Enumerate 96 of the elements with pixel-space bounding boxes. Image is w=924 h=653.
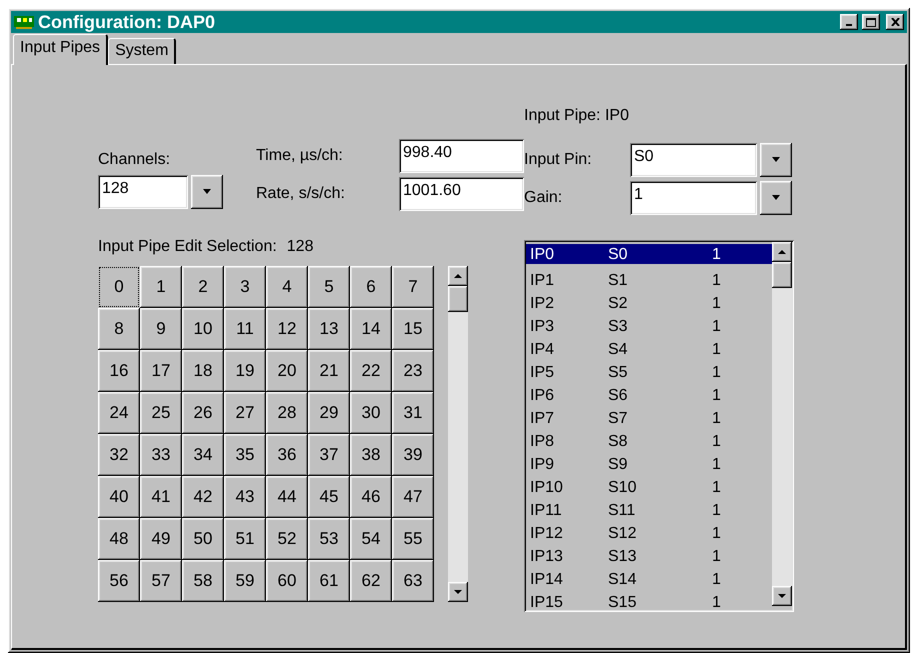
channel-toggle-button[interactable]: 5 <box>308 266 350 308</box>
channel-toggle-button[interactable]: 25 <box>140 392 182 434</box>
pipe-list-row[interactable]: IP10 S10 1 <box>526 474 772 497</box>
channel-toggle-button[interactable]: 36 <box>266 434 308 476</box>
channel-toggle-button[interactable]: 7 <box>392 266 434 308</box>
channel-toggle-button[interactable]: 54 <box>350 518 392 560</box>
channel-toggle-button[interactable]: 11 <box>224 308 266 350</box>
channel-toggle-button[interactable]: 62 <box>350 560 392 602</box>
channel-toggle-button[interactable]: 42 <box>182 476 224 518</box>
channel-toggle-button[interactable]: 15 <box>392 308 434 350</box>
channel-toggle-button[interactable]: 1 <box>140 266 182 308</box>
channel-toggle-button[interactable]: 61 <box>308 560 350 602</box>
channel-toggle-button[interactable]: 16 <box>98 350 140 392</box>
channel-toggle-button[interactable]: 2 <box>182 266 224 308</box>
channel-toggle-button[interactable]: 52 <box>266 518 308 560</box>
pipe-list-row[interactable]: IP3 S3 1 <box>526 313 772 336</box>
selection-label: Input Pipe Edit Selection: <box>98 238 277 257</box>
channels-field[interactable]: 128 <box>98 175 188 209</box>
channel-toggle-button[interactable]: 43 <box>224 476 266 518</box>
channel-toggle-button[interactable]: 58 <box>182 560 224 602</box>
channel-toggle-button[interactable]: 48 <box>98 518 140 560</box>
channel-toggle-button[interactable]: 13 <box>308 308 350 350</box>
pipe-list-row[interactable]: IP11 S11 1 <box>526 497 772 520</box>
pipe-list-row[interactable]: IP5 S5 1 <box>526 359 772 382</box>
time-label: Time, µs/ch: <box>256 147 344 165</box>
channel-toggle-button[interactable]: 22 <box>350 350 392 392</box>
pipe-list-row[interactable]: IP8 S8 1 <box>526 428 772 451</box>
channel-toggle-button[interactable]: 4 <box>266 266 308 308</box>
channel-toggle-button[interactable]: 34 <box>182 434 224 476</box>
pipe-list-row[interactable]: IP13 S13 1 <box>526 543 772 566</box>
channel-toggle-button[interactable]: 8 <box>98 308 140 350</box>
channel-toggle-button[interactable]: 33 <box>140 434 182 476</box>
time-field[interactable]: 998.40 <box>399 139 524 173</box>
pipe-list-row[interactable]: IP14 S14 1 <box>526 566 772 589</box>
rate-label: Rate, s/s/ch: <box>256 185 346 203</box>
channel-toggle-button[interactable]: 0 <box>98 266 140 308</box>
channel-toggle-button[interactable]: 37 <box>308 434 350 476</box>
pipe-list-row[interactable]: IP2 S2 1 <box>526 290 772 313</box>
pipe-list-row[interactable]: IP9 S9 1 <box>526 451 772 474</box>
channel-toggle-button[interactable]: 56 <box>98 560 140 602</box>
channel-toggle-button[interactable]: 3 <box>224 266 266 308</box>
channel-toggle-button[interactable]: 23 <box>392 350 434 392</box>
channel-toggle-button[interactable]: 53 <box>308 518 350 560</box>
gain-label: Gain: <box>524 189 564 207</box>
pipe-list-row[interactable]: IP6 S6 1 <box>526 382 772 405</box>
channel-toggle-button[interactable]: 59 <box>224 560 266 602</box>
pipe-list-row[interactable]: IP4 S4 1 <box>526 336 772 359</box>
pipe-list-row[interactable]: IP12 S12 1 <box>526 520 772 543</box>
channel-toggle-button[interactable]: 49 <box>140 518 182 560</box>
channel-toggle-button[interactable]: 38 <box>350 434 392 476</box>
input-pin-label: Input Pin: <box>524 151 593 169</box>
pipe-list-row[interactable]: IP7 S7 1 <box>526 405 772 428</box>
pipe-list-row[interactable]: IP15 S15 1 <box>526 589 772 612</box>
channel-toggle-button[interactable]: 32 <box>98 434 140 476</box>
channel-toggle-button[interactable]: 51 <box>224 518 266 560</box>
channel-toggle-button[interactable]: 44 <box>266 476 308 518</box>
input-pin-field[interactable]: S0 <box>630 143 757 177</box>
channel-toggle-button[interactable]: 20 <box>266 350 308 392</box>
rate-field[interactable]: 1001.60 <box>399 177 524 211</box>
channel-toggle-button[interactable]: 55 <box>392 518 434 560</box>
channel-toggle-button[interactable]: 63 <box>392 560 434 602</box>
pipe-list-row[interactable]: IP1 S1 1 <box>526 267 772 290</box>
channel-toggle-button[interactable]: 21 <box>308 350 350 392</box>
window-title: Configuration: DAP0 <box>38 12 216 32</box>
channel-toggle-button[interactable]: 46 <box>350 476 392 518</box>
channel-toggle-button[interactable]: 17 <box>140 350 182 392</box>
channel-toggle-button[interactable]: 41 <box>140 476 182 518</box>
tab[interactable]: System <box>108 38 176 64</box>
channel-toggle-button[interactable]: 10 <box>182 308 224 350</box>
channel-toggle-button[interactable]: 31 <box>392 392 434 434</box>
channel-toggle-button[interactable]: 57 <box>140 560 182 602</box>
channel-toggle-button[interactable]: 29 <box>308 392 350 434</box>
pipe-list-row[interactable]: IP0 S0 1 <box>526 244 772 264</box>
channel-toggle-button[interactable]: 12 <box>266 308 308 350</box>
channel-toggle-button[interactable]: 19 <box>224 350 266 392</box>
input-pipe-label: Input Pipe: IP0 <box>524 107 630 126</box>
channels-label: Channels: <box>98 151 172 170</box>
gain-field[interactable]: 1 <box>630 181 757 215</box>
channel-toggle-button[interactable]: 35 <box>224 434 266 476</box>
channel-toggle-button[interactable]: 30 <box>350 392 392 434</box>
channel-toggle-button[interactable]: 14 <box>350 308 392 350</box>
channel-toggle-button[interactable]: 60 <box>266 560 308 602</box>
channel-toggle-button[interactable]: 26 <box>182 392 224 434</box>
channel-toggle-button[interactable]: 50 <box>182 518 224 560</box>
channel-toggle-button[interactable]: 24 <box>98 392 140 434</box>
tab[interactable]: Input Pipes <box>13 34 108 65</box>
channel-toggle-button[interactable]: 18 <box>182 350 224 392</box>
channel-toggle-button[interactable]: 45 <box>308 476 350 518</box>
channel-toggle-button[interactable]: 6 <box>350 266 392 308</box>
channel-toggle-button[interactable]: 47 <box>392 476 434 518</box>
channel-toggle-button[interactable]: 27 <box>224 392 266 434</box>
channel-toggle-button[interactable]: 28 <box>266 392 308 434</box>
channel-toggle-button[interactable]: 9 <box>140 308 182 350</box>
channel-toggle-button[interactable]: 39 <box>392 434 434 476</box>
channel-toggle-button[interactable]: 40 <box>98 476 140 518</box>
selection-count: 128 <box>286 238 314 257</box>
